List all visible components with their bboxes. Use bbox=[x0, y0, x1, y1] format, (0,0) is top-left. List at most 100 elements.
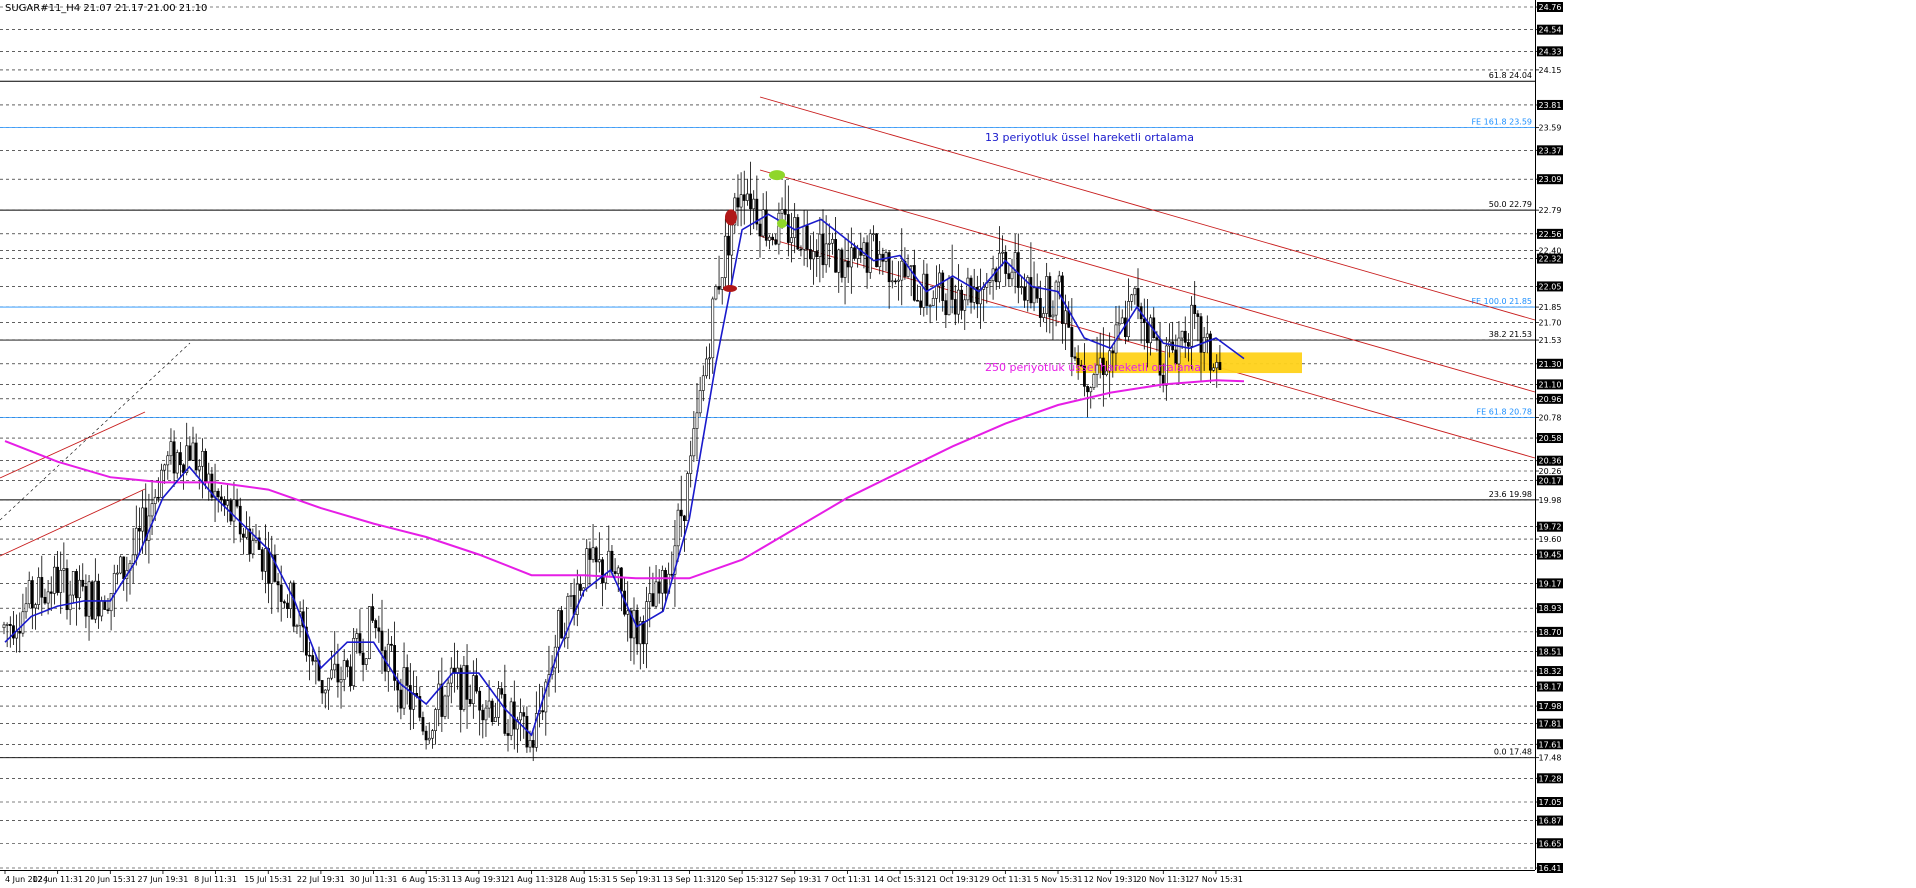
candle-body bbox=[201, 450, 204, 467]
chart-root: 61.8 24.04 FE 161.8 23.59 50.0 22.79 FE 100… bbox=[0, 0, 1916, 888]
candle-body bbox=[138, 527, 141, 532]
candle-body bbox=[1133, 288, 1137, 296]
x-tick-label: 12 Jun 11:31 bbox=[32, 875, 83, 884]
candle-body bbox=[1180, 330, 1184, 339]
candle-body bbox=[1183, 330, 1187, 343]
y-tick-label: 21.70 bbox=[1539, 319, 1562, 328]
x-tick-label: 5 Nov 15:31 bbox=[1034, 875, 1083, 884]
candle-body bbox=[730, 224, 734, 256]
x-tick-label: 20 Nov 11:31 bbox=[1136, 875, 1190, 884]
candle-body bbox=[796, 217, 800, 250]
candle-body bbox=[175, 452, 179, 474]
y-tick-label: 18.51 bbox=[1539, 647, 1562, 656]
candle-body bbox=[364, 658, 368, 665]
candle-body bbox=[330, 669, 334, 679]
candle-body bbox=[260, 549, 264, 572]
x-tick-label: 20 Sep 15:31 bbox=[715, 875, 768, 884]
candle-body bbox=[506, 733, 510, 736]
candle-body bbox=[569, 595, 573, 597]
candle-body bbox=[345, 660, 349, 668]
candle-body bbox=[434, 709, 437, 731]
x-tick-label: 30 Jul 11:31 bbox=[350, 875, 398, 884]
candle-body bbox=[311, 655, 315, 662]
candle-body bbox=[1190, 304, 1193, 347]
candle-body bbox=[922, 273, 926, 308]
candle-body bbox=[616, 567, 620, 574]
candle-body bbox=[1016, 252, 1020, 288]
candle-body bbox=[116, 572, 119, 575]
y-tick-label: 20.58 bbox=[1539, 434, 1562, 443]
candle-body bbox=[59, 570, 63, 593]
candle-body bbox=[1196, 313, 1200, 317]
candle-body bbox=[916, 299, 919, 302]
candle-body bbox=[774, 239, 778, 245]
candle-body bbox=[46, 591, 50, 604]
y-tick-label: 19.72 bbox=[1539, 523, 1562, 532]
candle-body bbox=[875, 233, 878, 268]
y-tick-label: 22.56 bbox=[1539, 230, 1562, 239]
candle-body bbox=[645, 601, 649, 645]
candle-body bbox=[156, 496, 160, 499]
y-tick-label: 24.15 bbox=[1539, 66, 1562, 75]
candle-body bbox=[223, 499, 226, 506]
x-tick-label: 21 Aug 11:31 bbox=[505, 875, 559, 884]
candle-body bbox=[112, 573, 116, 594]
candle-body bbox=[736, 197, 740, 208]
candle-body bbox=[462, 665, 466, 710]
x-tick-label: 8 Jul 11:31 bbox=[194, 875, 237, 884]
y-tick-label: 22.32 bbox=[1539, 255, 1562, 264]
y-tick-label: 18.70 bbox=[1539, 628, 1562, 637]
y-tick-label: 17.61 bbox=[1539, 740, 1562, 749]
candle-body bbox=[131, 554, 135, 564]
y-tick-label: 22.79 bbox=[1539, 206, 1562, 215]
y-tick-label: 24.33 bbox=[1539, 47, 1562, 56]
candle-body bbox=[1212, 367, 1216, 371]
candle-body bbox=[664, 570, 667, 594]
candle-body bbox=[682, 515, 686, 522]
candle-body bbox=[465, 665, 469, 700]
candle-body bbox=[727, 235, 730, 256]
candle-body bbox=[421, 717, 425, 732]
candle-body bbox=[1057, 275, 1061, 283]
candle-body bbox=[689, 455, 693, 474]
candle-body bbox=[805, 225, 809, 250]
candle-body bbox=[21, 611, 25, 634]
red-marker bbox=[723, 285, 737, 293]
candle-body bbox=[541, 710, 545, 713]
candle-body bbox=[12, 625, 15, 639]
candle-body bbox=[698, 390, 702, 414]
candle-body bbox=[349, 666, 352, 687]
candle-body bbox=[1045, 276, 1049, 314]
y-tick-label: 20.78 bbox=[1539, 413, 1562, 422]
candle-body bbox=[103, 600, 107, 610]
candle-body bbox=[988, 280, 992, 283]
candle-body bbox=[1130, 294, 1134, 302]
candle-body bbox=[172, 441, 176, 474]
candle-body bbox=[279, 584, 283, 602]
candle-body bbox=[251, 540, 255, 555]
candle-body bbox=[1064, 310, 1067, 324]
x-tick-label: 28 Aug 15:31 bbox=[557, 875, 611, 884]
candle-body bbox=[1149, 317, 1153, 344]
candle-body bbox=[1032, 287, 1036, 304]
candle-body bbox=[610, 550, 614, 572]
y-tick-label: 21.30 bbox=[1539, 360, 1562, 369]
candle-body bbox=[1089, 387, 1093, 393]
candle-body bbox=[427, 737, 431, 741]
candle-body bbox=[601, 559, 604, 584]
candle-body bbox=[226, 500, 230, 506]
candle-body bbox=[52, 566, 56, 594]
candle-body bbox=[1020, 286, 1023, 288]
candle-body bbox=[49, 591, 53, 594]
candle-body bbox=[264, 548, 267, 572]
candle-body bbox=[87, 581, 91, 617]
candle-body bbox=[957, 289, 960, 315]
candle-body bbox=[799, 248, 803, 251]
candle-body bbox=[204, 450, 208, 483]
candle-body bbox=[642, 621, 645, 645]
candle-body bbox=[840, 249, 844, 278]
candle-body bbox=[909, 265, 913, 267]
candle-body bbox=[768, 236, 771, 241]
candle-body bbox=[320, 680, 324, 694]
candle-body bbox=[783, 209, 787, 215]
